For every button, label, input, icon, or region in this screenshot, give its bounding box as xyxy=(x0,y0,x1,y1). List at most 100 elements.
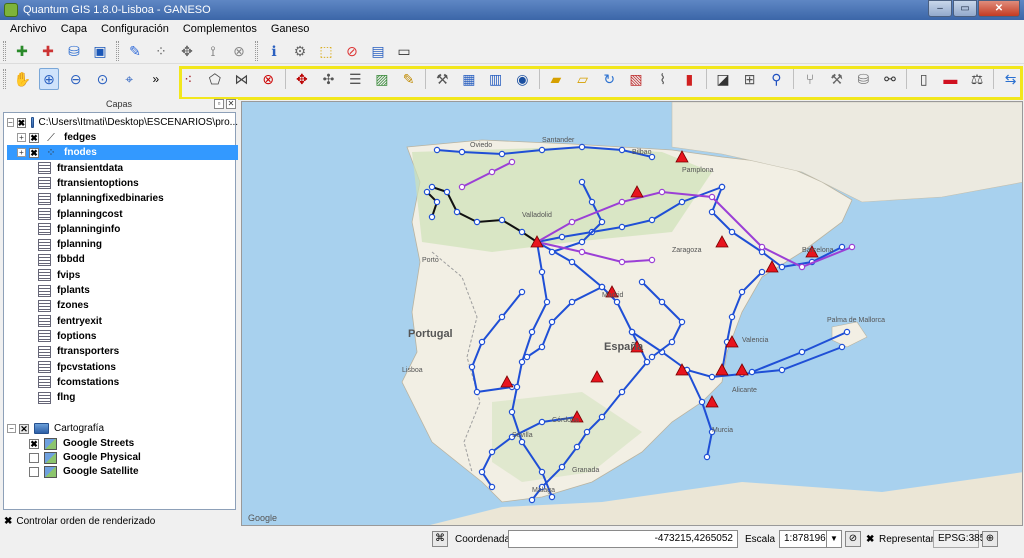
crs-icon[interactable]: ⊕ xyxy=(982,531,998,547)
layer-row-fplanningcost[interactable]: fplanningcost xyxy=(7,207,238,222)
network-node[interactable] xyxy=(528,328,536,336)
network-node[interactable] xyxy=(648,256,656,264)
stop-render-icon[interactable]: ⊘ xyxy=(845,531,861,547)
network-node[interactable] xyxy=(538,468,546,476)
network-node[interactable] xyxy=(778,263,786,271)
toolbar-grip[interactable] xyxy=(3,40,6,61)
layer-row-flng[interactable]: flng xyxy=(7,390,238,405)
basemap-visibility-checkbox[interactable]: ✖ xyxy=(29,438,39,449)
add-postgis-layer-icon[interactable]: ⛁ xyxy=(63,40,85,62)
network-node[interactable] xyxy=(843,328,851,336)
network-node[interactable] xyxy=(478,468,486,476)
network-node[interactable] xyxy=(618,388,626,396)
network-node[interactable] xyxy=(568,218,576,226)
layer-row-ftransientoptions[interactable]: ftransientoptions xyxy=(7,176,238,191)
network-node[interactable] xyxy=(838,343,846,351)
network-node[interactable] xyxy=(573,443,581,451)
network-node[interactable] xyxy=(548,493,556,501)
layer-row-fcomstations[interactable]: fcomstations xyxy=(7,375,238,390)
add-raster-layer-icon[interactable]: ✚ xyxy=(37,40,59,62)
network-node[interactable] xyxy=(758,268,766,276)
basemap-visibility-checkbox[interactable] xyxy=(29,452,39,463)
network-node[interactable] xyxy=(578,248,586,256)
network-node[interactable] xyxy=(473,388,481,396)
node-tool-icon[interactable]: ⟟ xyxy=(202,40,224,62)
render-order-checkbox[interactable]: ✖ xyxy=(4,516,12,527)
basemap-row[interactable]: Google Satellite xyxy=(7,464,238,479)
network-node[interactable] xyxy=(628,328,636,336)
network-node[interactable] xyxy=(748,368,756,376)
network-node[interactable] xyxy=(433,146,441,154)
network-node[interactable] xyxy=(518,228,526,236)
basemap-visibility-checkbox[interactable] xyxy=(29,466,39,477)
menu-archivo[interactable]: Archivo xyxy=(3,23,54,35)
network-node[interactable] xyxy=(598,413,606,421)
network-node[interactable] xyxy=(618,198,626,206)
network-node[interactable] xyxy=(488,448,496,456)
tree-collapse-icon[interactable]: − xyxy=(7,424,16,433)
layer-visibility-checkbox[interactable]: ✖ xyxy=(16,117,27,128)
coordinate-field[interactable]: -473215,4265052 xyxy=(508,530,738,548)
network-node[interactable] xyxy=(458,183,466,191)
network-node[interactable] xyxy=(758,243,766,251)
menu-capa[interactable]: Capa xyxy=(54,23,94,35)
network-node[interactable] xyxy=(538,146,546,154)
network-node[interactable] xyxy=(618,146,626,154)
layer-row-fpcvstations[interactable]: fpcvstations xyxy=(7,360,238,375)
basemap-row[interactable]: Google Physical xyxy=(7,450,238,465)
network-node[interactable] xyxy=(638,278,646,286)
network-node[interactable] xyxy=(618,258,626,266)
network-node[interactable] xyxy=(518,288,526,296)
layer-row-fplanning[interactable]: fplanning xyxy=(7,237,238,252)
basemap-row[interactable]: ✖ Google Streets xyxy=(7,436,238,451)
network-node[interactable] xyxy=(538,268,546,276)
layer-row-foptions[interactable]: foptions xyxy=(7,329,238,344)
network-node[interactable] xyxy=(428,183,436,191)
network-node[interactable] xyxy=(558,233,566,241)
network-node[interactable] xyxy=(518,438,526,446)
network-node[interactable] xyxy=(583,428,591,436)
layer-row-fvips[interactable]: fvips xyxy=(7,268,238,283)
crs-status[interactable]: EPSG:3857 xyxy=(933,530,991,548)
network-node[interactable] xyxy=(778,366,786,374)
identify-icon[interactable]: ℹ xyxy=(263,40,285,62)
network-node[interactable] xyxy=(728,228,736,236)
add-vector-layer-icon[interactable]: ✚ xyxy=(11,40,33,62)
layer-row-fzones[interactable]: fzones xyxy=(7,298,238,313)
toolbar-grip[interactable] xyxy=(255,40,258,61)
network-node[interactable] xyxy=(488,168,496,176)
deselect-icon[interactable]: ⊘ xyxy=(341,40,363,62)
layer-row-fnodes[interactable]: + ✖ ⁘ fnodes xyxy=(7,145,238,161)
network-node[interactable] xyxy=(848,243,856,251)
tree-item-project[interactable]: − ✖ C:\Users\Itmati\Desktop\ESCENARIOS\p… xyxy=(7,115,238,130)
network-node[interactable] xyxy=(708,208,716,216)
layer-row-fplanningfixedbinaries[interactable]: fplanningfixedbinaries xyxy=(7,191,238,206)
network-node[interactable] xyxy=(648,216,656,224)
select-features-icon[interactable]: ⬚ xyxy=(315,40,337,62)
coordinate-toggle-icon[interactable]: ⌘ xyxy=(432,531,448,547)
network-node[interactable] xyxy=(508,408,516,416)
pan-hand-icon[interactable]: ✋ xyxy=(12,68,33,90)
tree-expand-icon[interactable]: + xyxy=(17,148,26,158)
layer-row-fentryexit[interactable]: fentryexit xyxy=(7,314,238,329)
network-node[interactable] xyxy=(498,150,506,158)
toolbar-grip[interactable] xyxy=(3,69,6,89)
network-node[interactable] xyxy=(568,258,576,266)
layer-visibility-checkbox[interactable]: ✖ xyxy=(29,132,39,143)
network-node[interactable] xyxy=(598,283,606,291)
network-node[interactable] xyxy=(838,243,846,251)
network-node[interactable] xyxy=(468,363,476,371)
network-node[interactable] xyxy=(523,353,531,361)
network-node[interactable] xyxy=(728,313,736,321)
settings-gear-icon[interactable]: ⚙ xyxy=(289,40,311,62)
facility-node-icon[interactable] xyxy=(735,363,749,376)
layer-row-ftransientdata[interactable]: ftransientdata xyxy=(7,161,238,176)
network-node[interactable] xyxy=(578,238,586,246)
network-node[interactable] xyxy=(678,318,686,326)
network-node[interactable] xyxy=(478,338,486,346)
network-node[interactable] xyxy=(648,353,656,361)
map-canvas[interactable]: Portugal España Oviedo Santander Bilbao Pampl… xyxy=(241,101,1023,526)
network-node[interactable] xyxy=(538,343,546,351)
network-node[interactable] xyxy=(558,463,566,471)
network-node[interactable] xyxy=(548,318,556,326)
